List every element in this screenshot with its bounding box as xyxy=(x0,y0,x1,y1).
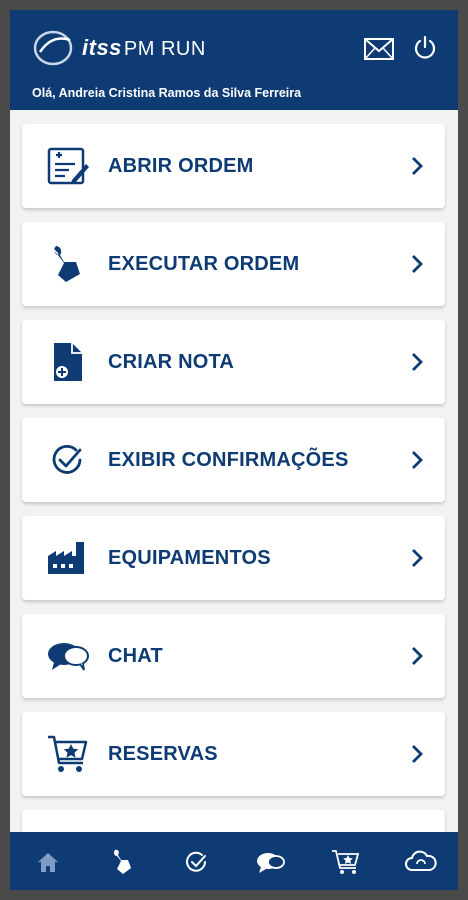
nav-confirmacoes[interactable] xyxy=(183,848,211,876)
menu-item-label: ABRIR ORDEM xyxy=(108,155,254,177)
menu-item-exibir-confirmacoes[interactable]: EXIBIR CONFIRMAÇÕES xyxy=(22,418,445,502)
chat-icon xyxy=(257,853,285,873)
menu-item-criar-nota[interactable]: CRIAR NOTA xyxy=(22,320,445,404)
mail-button[interactable] xyxy=(364,38,394,65)
logo-swoosh-icon xyxy=(33,30,73,66)
brand-bold: itss xyxy=(82,35,122,60)
mail-icon xyxy=(364,38,394,60)
power-icon xyxy=(414,35,436,59)
chevron-right-icon xyxy=(412,451,423,469)
chevron-right-icon xyxy=(412,745,423,763)
menu-item-abrir-ordem[interactable]: ABRIR ORDEM xyxy=(22,124,445,208)
menu-item-equipamentos[interactable]: EQUIPAMENTOS xyxy=(22,516,445,600)
nav-cloud[interactable] xyxy=(404,848,438,876)
logout-button[interactable] xyxy=(412,35,438,66)
nav-reservas[interactable] xyxy=(331,848,360,876)
nav-chat[interactable] xyxy=(256,848,285,876)
user-greeting: Olá, Andreia Cristina Ramos da Silva Fer… xyxy=(32,86,302,100)
nav-executar-ordem[interactable] xyxy=(108,848,136,876)
app-screen: itss PM RUN Olá, Andreia Cristina Ramos d… xyxy=(10,10,458,890)
brand-name: itss PM RUN xyxy=(82,35,206,61)
add-note-icon xyxy=(54,343,82,381)
chevron-right-icon xyxy=(412,157,423,175)
chat-icon xyxy=(48,643,89,671)
menu-item-reservas[interactable]: RESERVAS xyxy=(22,712,445,796)
menu-item-label: EXECUTAR ORDEM xyxy=(108,253,300,275)
menu-item-label: CRIAR NOTA xyxy=(108,351,235,373)
main-menu: ABRIR ORDEM EXECUTAR ORDEM CRIAR NOTA EX… xyxy=(10,110,458,835)
chevron-right-icon xyxy=(412,353,423,371)
check-circle-icon xyxy=(186,851,206,872)
menu-item-chat[interactable]: CHAT xyxy=(22,614,445,698)
menu-item-label: RESERVAS xyxy=(108,743,218,765)
wrench-icon xyxy=(113,849,131,874)
home-icon xyxy=(38,853,58,872)
check-circle-icon xyxy=(52,445,82,474)
factory-icon xyxy=(48,542,84,574)
menu-item-label: EXIBIR CONFIRMAÇÕES xyxy=(108,449,349,471)
menu-item-label: CHAT xyxy=(108,645,163,667)
chevron-right-icon xyxy=(412,549,423,567)
chevron-right-icon xyxy=(412,255,423,273)
wrench-icon xyxy=(53,246,80,282)
cart-star-icon xyxy=(48,735,88,772)
chevron-right-icon xyxy=(412,647,423,665)
nav-home[interactable] xyxy=(34,848,62,876)
cloud-icon xyxy=(405,850,437,871)
brand-logo: itss PM RUN xyxy=(32,28,206,68)
cart-star-icon xyxy=(332,850,360,874)
form-icon xyxy=(47,147,89,185)
app-header: itss PM RUN Olá, Andreia Cristina Ramos d… xyxy=(10,10,458,110)
bottom-nav xyxy=(10,832,458,890)
menu-item-executar-ordem[interactable]: EXECUTAR ORDEM xyxy=(22,222,445,306)
brand-rest: PM RUN xyxy=(123,38,206,60)
menu-item-label: EQUIPAMENTOS xyxy=(108,547,271,569)
